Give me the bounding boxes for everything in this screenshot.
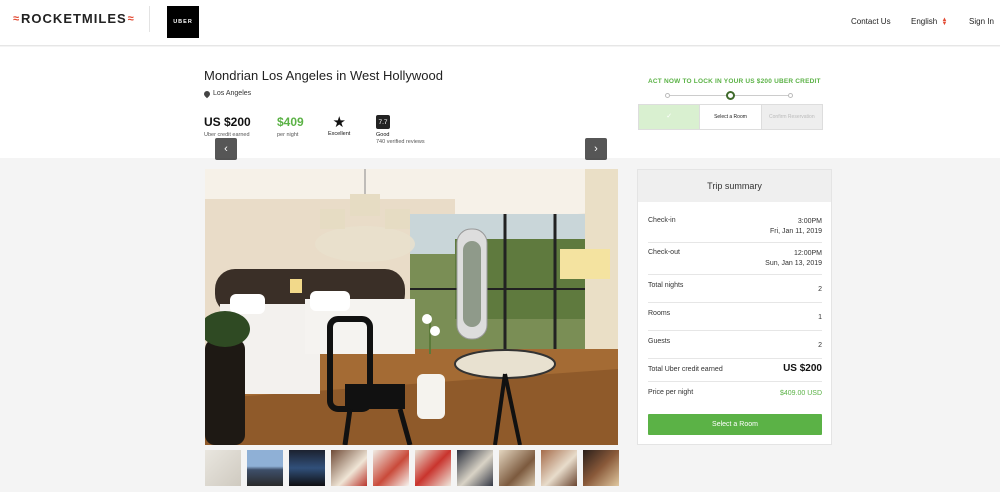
progress-dot [665,93,670,98]
thumbnail[interactable] [247,450,283,486]
credit-stat: US $200 Uber credit earned [204,115,251,138]
progress-dot [788,93,793,98]
language-label: English [911,17,938,26]
trip-summary-title: Trip summary [638,170,831,202]
credit-headline: ACT NOW TO LOCK IN YOUR US $200 UBER CRE… [648,78,821,85]
guests-row: Guests 2 [648,338,822,359]
top-bar: ≈ ROCKETMILES ≈ UBER Contact Us English … [0,0,1000,46]
thumbnail[interactable] [331,450,367,486]
thumbnail[interactable] [541,450,577,486]
thumbnail[interactable] [205,450,241,486]
select-room-button[interactable]: Select a Room [648,414,822,435]
thumbnail[interactable] [583,450,619,486]
thumbnail[interactable] [499,450,535,486]
logo-divider [149,6,150,32]
nights-row: Total nights 2 [648,282,822,303]
location-pin-icon [202,89,212,98]
checkin-row: Check-in 3:00PM Fri, Jan 11, 2019 [648,217,822,243]
thumbnail[interactable] [457,450,493,486]
hotel-photo [205,169,618,445]
rating-badge: 7.7 [376,115,390,129]
progress-dot-current [726,91,735,100]
thumbnail-strip [205,450,619,486]
star-icon: ★ [332,114,346,131]
thumbnail[interactable] [289,450,325,486]
flame-icon: ≈ [13,12,21,25]
step-select-room: Select a Room [699,105,762,129]
contact-us-link[interactable]: Contact Us [851,17,891,26]
price-row: Price per night $409.00 USD [648,389,822,397]
credit-row: Total Uber credit earned US $200 [648,364,822,382]
thumbnail[interactable] [373,450,409,486]
class-stat: ★ Excellent [328,114,351,137]
logo-text: ROCKETMILES [21,11,127,26]
gallery-next-button[interactable]: › [585,138,607,160]
hotel-name: Mondrian Los Angeles in West Hollywood [204,68,443,83]
uber-logo: UBER [167,6,199,38]
rating-stat: 7.7 Good 740 verified reviews [376,115,425,145]
step-complete: ✓ [639,105,700,129]
rocketmiles-logo[interactable]: ≈ ROCKETMILES ≈ [13,11,135,26]
booking-steps: ✓ Select a Room Confirm Reservation [638,104,823,130]
updown-chevron-icon: ▲ ▼ [941,16,948,27]
checkout-row: Check-out 12:00PM Sun, Jan 13, 2019 [648,249,822,275]
rooms-row: Rooms 1 [648,310,822,331]
step-confirm: Confirm Reservation [761,105,822,129]
language-selector[interactable]: English ▲ ▼ [911,16,948,27]
hotel-header: Mondrian Los Angeles in West Hollywood L… [0,47,1000,158]
sign-in-link[interactable]: Sign In [969,17,994,26]
hotel-location: Los Angeles [202,89,251,98]
room-image [205,169,618,445]
trip-summary: Trip summary Check-in 3:00PM Fri, Jan 11… [637,169,832,445]
thumbnail[interactable] [415,450,451,486]
price-stat: $409 per night [277,115,304,138]
gallery-prev-button[interactable]: ‹ [215,138,237,160]
flame-icon: ≈ [127,12,135,25]
